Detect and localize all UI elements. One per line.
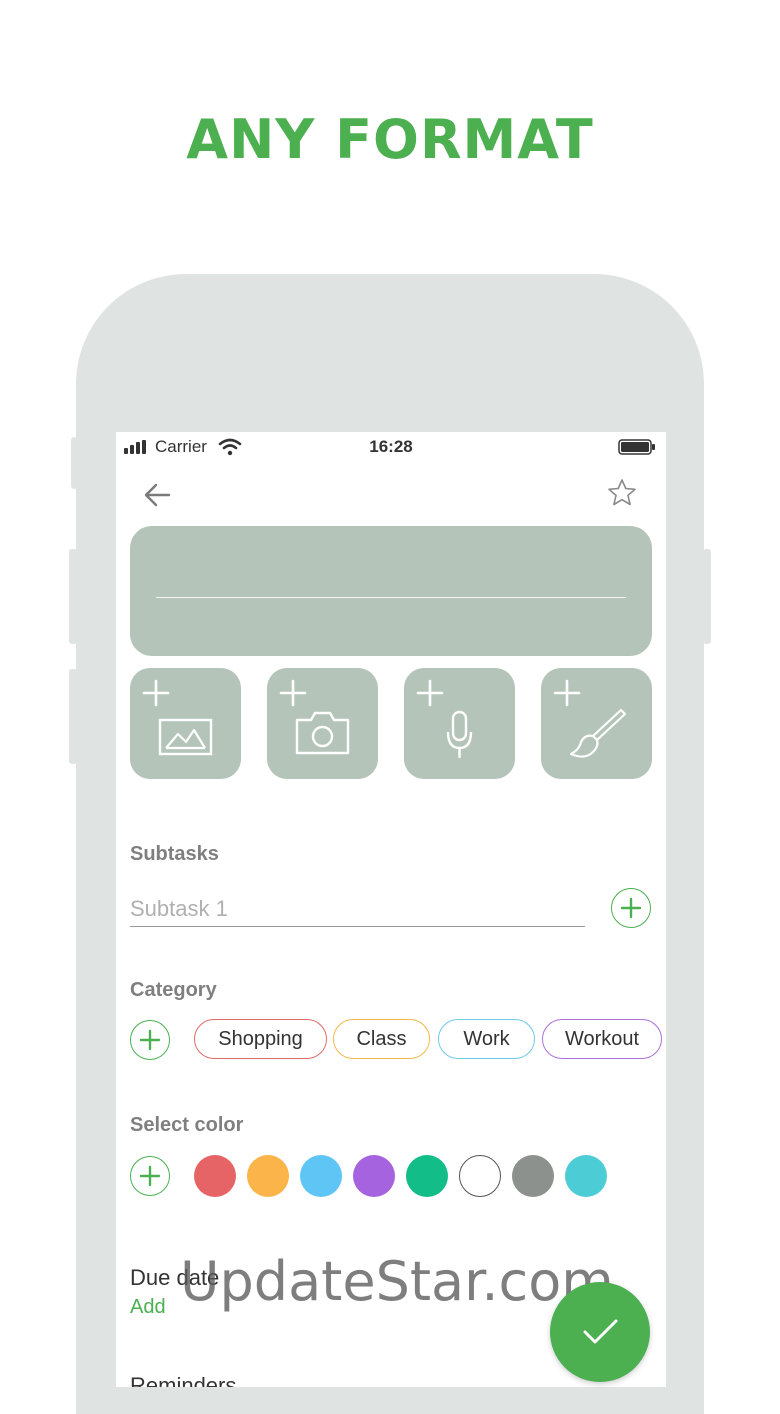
watermark: UpdateStar.com xyxy=(180,1250,614,1313)
add-drawing-button[interactable] xyxy=(541,668,652,779)
color-swatch-white[interactable] xyxy=(459,1155,501,1197)
microphone-icon xyxy=(416,679,473,759)
color-swatch-red[interactable] xyxy=(194,1155,236,1197)
add-subtask-button[interactable] xyxy=(611,888,651,928)
phone-power-button xyxy=(703,549,711,644)
title-input-underline xyxy=(156,597,626,598)
add-due-date-link[interactable]: Add xyxy=(130,1296,166,1319)
phone-screen: Carrier 16:28 Subtasks Subtask 1 Categor… xyxy=(116,432,666,1387)
category-chip-class[interactable]: Class xyxy=(333,1019,430,1059)
plus-icon xyxy=(139,1029,161,1051)
brush-icon xyxy=(553,679,627,758)
color-swatch-purple[interactable] xyxy=(353,1155,395,1197)
plus-icon xyxy=(620,897,642,919)
plus-icon xyxy=(139,1165,161,1187)
battery-icon xyxy=(618,439,655,455)
task-title-card[interactable] xyxy=(130,526,652,656)
subtasks-label: Subtasks xyxy=(130,843,219,865)
favorite-star-icon[interactable] xyxy=(606,477,638,509)
color-swatch-light-blue[interactable] xyxy=(300,1155,342,1197)
back-arrow-icon[interactable] xyxy=(142,480,172,510)
add-photo-button[interactable] xyxy=(267,668,378,779)
color-swatch-orange[interactable] xyxy=(247,1155,289,1197)
category-chip-work[interactable]: Work xyxy=(438,1019,535,1059)
reminders-label: Reminders xyxy=(130,1373,237,1387)
color-swatch-teal[interactable] xyxy=(565,1155,607,1197)
category-chip-shopping[interactable]: Shopping xyxy=(194,1019,327,1059)
headline: ANY FORMAT xyxy=(186,108,594,171)
category-label: Category xyxy=(130,979,217,1001)
image-icon xyxy=(142,679,213,756)
status-bar: Carrier 16:28 xyxy=(116,432,666,462)
save-task-button[interactable] xyxy=(550,1282,650,1382)
add-audio-button[interactable] xyxy=(404,668,515,779)
add-color-button[interactable] xyxy=(130,1156,170,1196)
checkmark-icon xyxy=(583,1319,618,1344)
select-color-label: Select color xyxy=(130,1114,244,1136)
camera-icon xyxy=(279,679,350,755)
color-swatch-gray[interactable] xyxy=(512,1155,554,1197)
status-time: 16:28 xyxy=(369,437,413,456)
subtask-input[interactable] xyxy=(130,892,585,927)
color-swatch-green[interactable] xyxy=(406,1155,448,1197)
category-chip-workout[interactable]: Workout xyxy=(542,1019,662,1059)
add-image-button[interactable] xyxy=(130,668,241,779)
add-category-button[interactable] xyxy=(130,1020,170,1060)
